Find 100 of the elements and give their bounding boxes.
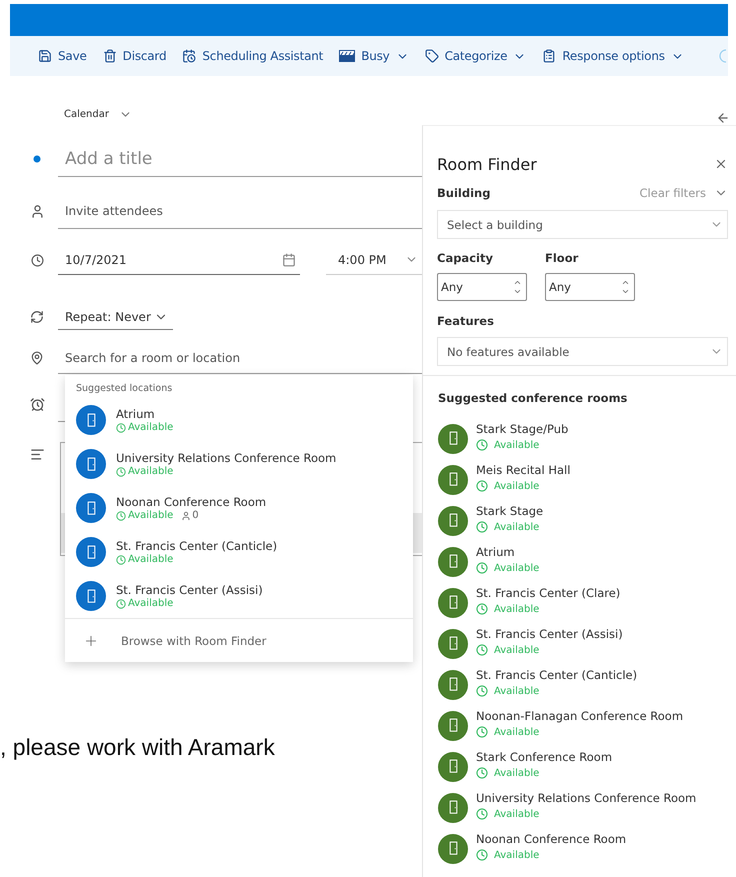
room-item[interactable]: University Relations Conference Room Available bbox=[438, 787, 736, 828]
building-select[interactable]: Select a building bbox=[437, 210, 728, 239]
door-icon bbox=[448, 472, 458, 487]
door-icon bbox=[448, 841, 458, 856]
date-field[interactable]: 10/7/2021 bbox=[58, 245, 300, 275]
clock-icon bbox=[116, 422, 126, 432]
clock-icon bbox=[476, 767, 488, 779]
availability-status: Available bbox=[476, 603, 620, 615]
time-field[interactable]: 4:00 PM bbox=[326, 245, 422, 275]
save-icon bbox=[38, 49, 52, 63]
clock-icon bbox=[30, 254, 44, 266]
door-icon bbox=[86, 544, 96, 560]
floor-spinner[interactable]: Any bbox=[545, 273, 635, 301]
clock-icon bbox=[476, 562, 488, 574]
location-item[interactable]: University Relations Conference Room Available bbox=[65, 442, 413, 486]
availability-status: Available bbox=[116, 510, 174, 521]
door-icon bbox=[86, 412, 96, 428]
location-field[interactable]: Search for a room or location bbox=[58, 342, 422, 374]
availability-status: Available bbox=[476, 521, 544, 533]
repeat-dropdown[interactable]: Repeat: Never bbox=[58, 304, 173, 330]
clock-icon bbox=[116, 510, 126, 520]
door-icon bbox=[448, 431, 458, 446]
close-button[interactable] bbox=[714, 157, 728, 171]
room-item[interactable]: St. Francis Center (Assisi) Available bbox=[438, 623, 736, 664]
clock-icon bbox=[476, 521, 488, 533]
room-name: St. Francis Center (Canticle) bbox=[116, 539, 278, 553]
browse-room-finder-button[interactable]: Browse with Room Finder bbox=[65, 618, 413, 662]
availability-status: Available bbox=[116, 598, 174, 609]
location-item[interactable]: St. Francis Center (Assisi) Available bbox=[65, 574, 413, 618]
location-item[interactable]: Noonan Conference Room Available 0 bbox=[65, 486, 413, 530]
toolbar-button[interactable]: Response options bbox=[542, 49, 684, 63]
toolbar-button[interactable]: Save bbox=[38, 49, 87, 63]
panel-title: Room Finder bbox=[437, 154, 537, 174]
clock-icon bbox=[476, 439, 488, 451]
door-icon bbox=[448, 800, 458, 815]
location-item[interactable]: Atrium Available bbox=[65, 398, 413, 442]
room-name: St. Francis Center (Clare) bbox=[476, 586, 620, 600]
toolbar-button[interactable]: Discard bbox=[102, 49, 166, 63]
close-icon bbox=[714, 157, 728, 171]
door-icon bbox=[448, 595, 458, 610]
title-field[interactable]: Add a title bbox=[58, 141, 422, 177]
person-icon bbox=[30, 204, 44, 218]
room-name: University Relations Conference Room bbox=[476, 791, 696, 805]
dot-icon bbox=[33, 155, 41, 163]
room-name: Stark Conference Room bbox=[476, 750, 612, 764]
availability-status: Available bbox=[476, 480, 570, 492]
room-name: St. Francis Center (Canticle) bbox=[476, 668, 638, 682]
list-icon bbox=[542, 49, 556, 63]
toolbar-button[interactable]: Categorize bbox=[424, 49, 526, 63]
clock-icon bbox=[116, 598, 126, 608]
arrow-left-icon bbox=[716, 111, 730, 125]
availability-status: Available bbox=[116, 422, 174, 433]
room-name: Meis Recital Hall bbox=[476, 463, 570, 477]
room-item[interactable]: Stark Stage Available bbox=[438, 500, 736, 541]
room-name: University Relations Conference Room bbox=[116, 451, 336, 465]
room-name: Noonan-Flanagan Conference Room bbox=[476, 709, 684, 723]
text-lines-icon bbox=[30, 446, 44, 462]
room-item[interactable]: Noonan-Flanagan Conference Room Available bbox=[438, 705, 736, 746]
room-item[interactable]: Stark Conference Room Available bbox=[438, 746, 736, 787]
room-item[interactable]: Atrium Available bbox=[438, 541, 736, 582]
room-name: Atrium bbox=[116, 407, 156, 421]
toolbar-button[interactable]: Scheduling Assistant bbox=[182, 49, 324, 63]
capacity-count: 0 bbox=[181, 510, 199, 521]
toolbar-button[interactable]: Busy bbox=[339, 49, 409, 63]
building-label: Building bbox=[437, 186, 490, 200]
trash-icon bbox=[102, 49, 117, 63]
availability-status: Available bbox=[476, 644, 623, 656]
clock-icon bbox=[476, 849, 488, 861]
clock-icon bbox=[476, 685, 488, 697]
clock-icon bbox=[476, 480, 488, 492]
availability-status: Available bbox=[476, 562, 540, 574]
room-item[interactable]: Meis Recital Hall Available bbox=[438, 459, 736, 500]
location-pin-icon bbox=[30, 351, 44, 365]
availability-status: Available bbox=[476, 849, 626, 861]
features-select[interactable]: No features available bbox=[437, 337, 728, 366]
room-item[interactable]: Stark Stage/Pub Available bbox=[438, 418, 736, 459]
floor-label: Floor bbox=[545, 251, 580, 265]
striped-square-icon bbox=[339, 50, 356, 62]
door-icon bbox=[86, 500, 96, 516]
door-icon bbox=[448, 759, 458, 774]
back-button[interactable] bbox=[716, 111, 730, 125]
attendees-field[interactable]: Invite attendees bbox=[58, 193, 422, 229]
calendar-dropdown[interactable]: Calendar bbox=[64, 108, 132, 125]
door-icon bbox=[86, 588, 96, 604]
room-item[interactable]: St. Francis Center (Clare) Available bbox=[438, 582, 736, 623]
room-item[interactable]: St. Francis Center (Canticle) Available bbox=[438, 664, 736, 705]
repeat-icon bbox=[30, 310, 44, 324]
room-name: Noonan Conference Room bbox=[476, 832, 626, 846]
availability-status: Available bbox=[476, 439, 568, 451]
clock-icon bbox=[476, 644, 488, 656]
room-name: Atrium bbox=[476, 545, 516, 559]
calendar-icon bbox=[282, 252, 296, 266]
room-item[interactable]: Noonan Conference Room Available bbox=[438, 828, 736, 869]
door-icon bbox=[448, 677, 458, 692]
door-icon bbox=[86, 456, 96, 472]
tag-icon bbox=[424, 49, 439, 63]
capacity-spinner[interactable]: Any bbox=[437, 273, 527, 301]
clock-icon bbox=[476, 726, 488, 738]
calendar-icon bbox=[182, 49, 196, 63]
location-item[interactable]: St. Francis Center (Canticle) Available bbox=[65, 530, 413, 574]
